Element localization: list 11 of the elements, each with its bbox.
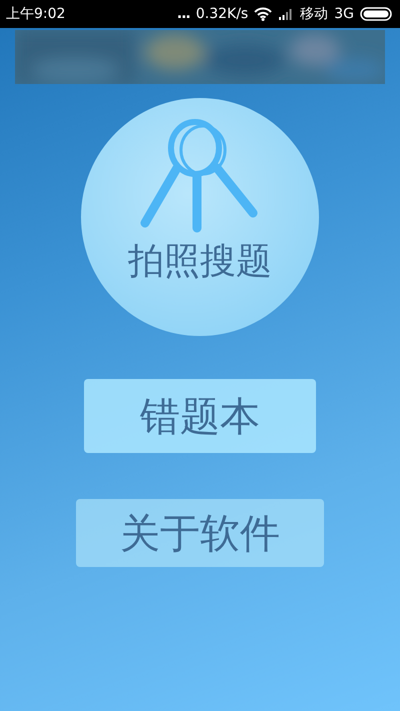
network-type: 3G [334,6,354,22]
menu-button[interactable]: 关于软件 [76,499,324,567]
status-time: 上午9:02 [6,5,66,23]
signal-icon [278,8,294,20]
menu-button[interactable]: 错题本 [84,379,316,453]
wifi-icon [254,7,272,21]
carrier-label: 移动 [300,5,328,23]
photo-search-button[interactable]: 拍照搜题 [81,98,319,336]
battery-icon [360,7,394,21]
network-speed: 0.32K/s [196,6,248,22]
status-dots: ... [176,6,190,22]
